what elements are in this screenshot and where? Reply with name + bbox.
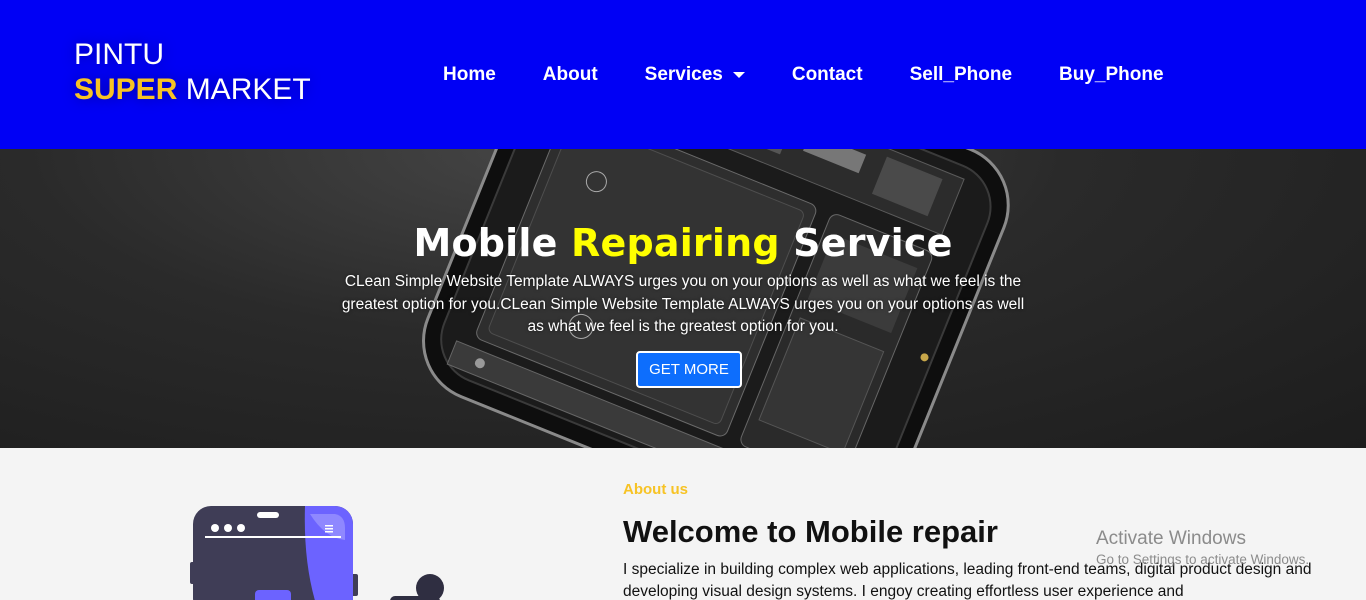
hero-title-end: Service	[779, 221, 953, 265]
brand-line2: SUPER MARKET	[74, 73, 311, 108]
hero-description: CLean Simple Website Template ALWAYS urg…	[341, 273, 1025, 335]
nav-home[interactable]: Home	[443, 64, 496, 86]
nav-menu: Home About Services Contact Sell_Phone B…	[443, 64, 1211, 86]
get-more-button[interactable]: GET MORE	[636, 351, 742, 388]
nav-sell-phone[interactable]: Sell_Phone	[910, 64, 1012, 86]
brand-line1: PINTU	[74, 38, 164, 71]
watermark-title: Activate Windows	[1096, 528, 1246, 549]
brand-accent: SUPER	[74, 72, 178, 106]
about-title: Welcome to Mobile repair	[623, 514, 998, 549]
brand-logo[interactable]: PINTU SUPER MARKET	[74, 38, 311, 107]
about-label: About us	[623, 481, 688, 498]
hero-title: Mobile Repairing Service	[0, 221, 1366, 265]
watermark-subtitle: Go to Settings to activate Windows.	[1096, 552, 1310, 567]
nav-contact[interactable]: Contact	[792, 64, 863, 86]
brand-rest: MARKET	[177, 72, 311, 106]
caret-down-icon	[732, 72, 745, 78]
nav-about[interactable]: About	[543, 64, 598, 86]
mobile-repair-illustration	[190, 506, 444, 600]
hero-section: Mobile Repairing Service CLean Simple We…	[0, 149, 1366, 448]
activate-windows-watermark: Activate Windows Go to Settings to activ…	[1096, 528, 1309, 567]
nav-services-label: Services	[644, 64, 723, 85]
nav-buy-phone[interactable]: Buy_Phone	[1059, 64, 1164, 86]
hero-title-highlight: Repairing	[571, 221, 780, 265]
navbar: PINTU SUPER MARKET Home About Services C…	[0, 0, 1366, 149]
hero-title-start: Mobile	[413, 221, 572, 265]
nav-services-dropdown[interactable]: Services	[645, 64, 745, 86]
